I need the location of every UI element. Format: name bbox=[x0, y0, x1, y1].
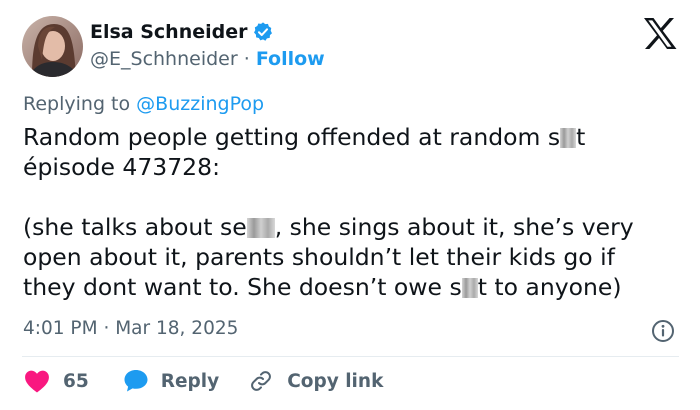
avatar[interactable] bbox=[22, 16, 83, 77]
reply-target-link[interactable]: @BuzzingPop bbox=[136, 93, 264, 115]
copy-link-label: Copy link bbox=[287, 370, 384, 392]
divider bbox=[22, 356, 679, 357]
censor-blur bbox=[560, 128, 577, 148]
tweet-text: Random people getting offended at random… bbox=[23, 122, 688, 302]
x-logo-icon[interactable] bbox=[643, 18, 677, 49]
replying-to: Replying to @BuzzingPop bbox=[23, 93, 264, 115]
author-name[interactable]: Elsa Schneider bbox=[90, 21, 248, 43]
follow-button[interactable]: Follow bbox=[256, 48, 325, 70]
info-icon[interactable] bbox=[651, 319, 675, 343]
replying-prefix: Replying to bbox=[23, 93, 131, 115]
author-handle[interactable]: @E_Schhneider bbox=[90, 48, 238, 70]
censor-blur bbox=[246, 218, 275, 238]
tweet-line: open about it, parents shouldn’t let the… bbox=[23, 243, 615, 271]
like-count: 65 bbox=[63, 370, 89, 392]
like-button[interactable]: 65 bbox=[24, 369, 89, 393]
reply-bubble-icon bbox=[124, 370, 148, 392]
tweet-line: they dont want to. She doesn’t owe st to… bbox=[23, 273, 622, 301]
reply-button[interactable]: Reply bbox=[123, 369, 219, 393]
handle-separator: · bbox=[243, 48, 250, 70]
heart-icon bbox=[25, 370, 49, 393]
link-icon bbox=[251, 371, 272, 391]
reply-label: Reply bbox=[160, 370, 220, 392]
tweet-line: Random people getting offended at random… bbox=[23, 123, 586, 151]
verified-badge-icon bbox=[253, 22, 272, 41]
censor-blur bbox=[461, 278, 478, 298]
tweet-line: épisode 473728: bbox=[23, 153, 220, 181]
tweet-line bbox=[23, 182, 688, 212]
copy-link-button[interactable]: Copy link bbox=[249, 369, 383, 393]
tweet-line: (she talks about se, she sings about it,… bbox=[23, 213, 634, 241]
tweet-timestamp[interactable]: 4:01 PM · Mar 18, 2025 bbox=[23, 318, 238, 339]
